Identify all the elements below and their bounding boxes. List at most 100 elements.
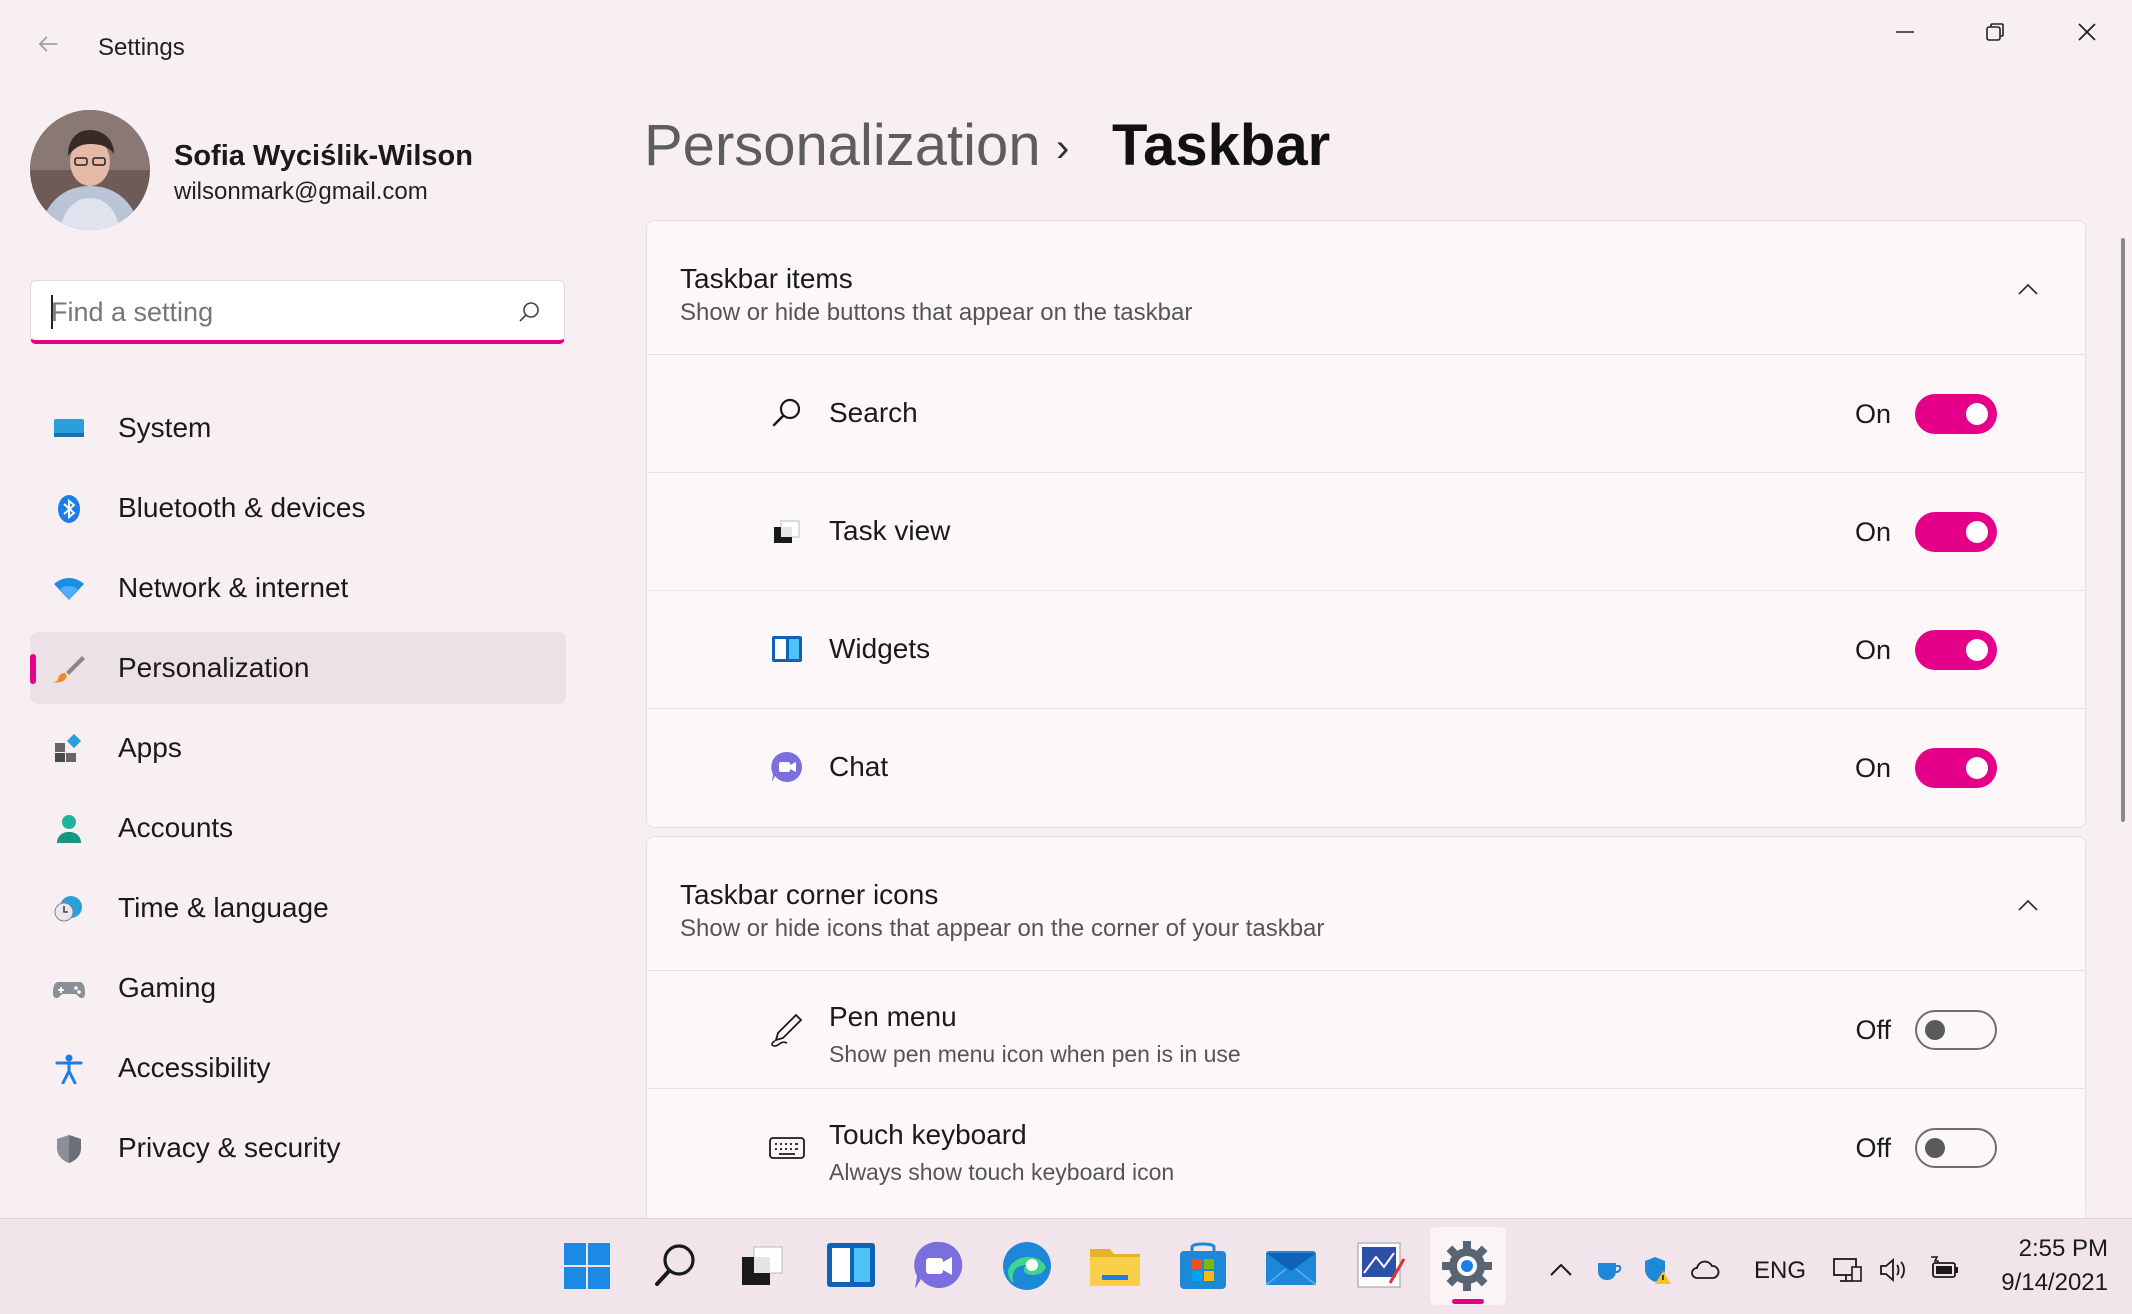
corner-icons-card: Taskbar corner icons Show or hide icons … (646, 836, 2086, 1218)
sidebar-item-system[interactable]: System (30, 392, 566, 464)
sidebar-item-gaming[interactable]: Gaming (30, 952, 566, 1024)
clock-globe-icon (54, 896, 82, 922)
pen-menu-toggle[interactable] (1915, 1010, 1997, 1050)
close-icon (2078, 23, 2096, 41)
chevron-up-icon[interactable] (2015, 893, 2041, 919)
breadcrumb-parent[interactable]: Personalization (644, 112, 1041, 179)
sidebar-nav: System Bluetooth & devices Network & int… (30, 392, 566, 1192)
avatar[interactable] (30, 110, 150, 230)
search-toggle[interactable] (1915, 394, 1997, 434)
toggle-state-text: On (1854, 399, 1891, 429)
battery-charging-icon[interactable] (1930, 1255, 1960, 1285)
edge-icon[interactable] (998, 1237, 1056, 1295)
taskbar-widgets-icon[interactable] (822, 1237, 880, 1295)
setting-row-touch-keyboard: Touch keyboard Always show touch keyboar… (647, 1089, 2085, 1207)
chat-toggle[interactable] (1915, 748, 1997, 788)
wifi-icon (54, 578, 84, 600)
sidebar-item-label: Network & internet (118, 572, 349, 603)
chevron-up-icon[interactable] (2015, 277, 2041, 303)
setting-label: Task view (829, 515, 951, 546)
taskbar-chat-icon[interactable] (910, 1237, 968, 1295)
mail-icon[interactable] (1262, 1237, 1320, 1295)
shield-icon (57, 1135, 81, 1163)
app-title: Settings (98, 34, 185, 61)
sidebar-item-label: Personalization (118, 652, 310, 683)
widgets-icon (772, 636, 802, 662)
sidebar-item-label: Bluetooth & devices (118, 492, 366, 523)
file-explorer-icon[interactable] (1086, 1237, 1144, 1295)
touch-keyboard-toggle[interactable] (1915, 1128, 1997, 1168)
search-icon[interactable] (516, 299, 542, 325)
start-icon[interactable] (558, 1237, 616, 1295)
sidebar-item-label: Privacy & security (118, 1132, 341, 1163)
toggle-state-text: Off (1855, 1133, 1891, 1163)
setting-row-search: Search On (647, 355, 2085, 473)
accessibility-icon (55, 1054, 83, 1084)
bluetooth-icon (58, 495, 80, 523)
user-name: Sofia Wyciślik-Wilson (174, 140, 473, 172)
chat-icon (771, 751, 802, 782)
minimize-button[interactable] (1860, 10, 1950, 54)
snipping-tool-icon[interactable] (1350, 1237, 1408, 1295)
corner-icons-header[interactable]: Taskbar corner icons Show or hide icons … (647, 837, 2085, 971)
sidebar-item-accounts[interactable]: Accounts (30, 792, 566, 864)
clock-time[interactable]: 2:55 PM (2008, 1235, 2108, 1263)
sidebar-item-personalization[interactable]: Personalization (30, 632, 566, 704)
chevron-up-icon[interactable] (1546, 1255, 1576, 1285)
close-button[interactable] (2042, 10, 2132, 54)
sidebar-item-network[interactable]: Network & internet (30, 552, 566, 624)
restore-button[interactable] (1950, 10, 2040, 54)
taskbar-task-view-icon[interactable] (734, 1237, 792, 1295)
sidebar-item-accessibility[interactable]: Accessibility (30, 1032, 566, 1104)
user-email: wilsonmark@gmail.com (174, 178, 428, 205)
text-caret (51, 295, 53, 329)
taskbar-search-icon[interactable] (646, 1237, 704, 1295)
back-arrow-icon (38, 36, 58, 52)
volume-icon[interactable] (1878, 1255, 1908, 1285)
apps-icon (55, 734, 82, 762)
setting-row-pen-menu: Pen menu Show pen menu icon when pen is … (647, 971, 2085, 1089)
setting-label: Pen menu (829, 1001, 957, 1032)
active-app-indicator (1452, 1299, 1484, 1304)
search-box[interactable] (30, 280, 565, 344)
person-icon (57, 815, 81, 843)
pen-icon (771, 1013, 803, 1047)
keyboard-icon (769, 1137, 805, 1159)
section-title: Taskbar items (680, 263, 853, 294)
task-view-icon (774, 520, 800, 543)
setting-label: Chat (829, 751, 889, 782)
clock-date[interactable]: 9/14/2021 (1988, 1269, 2108, 1297)
onedrive-cloud-icon[interactable] (1690, 1255, 1720, 1285)
sidebar-item-privacy[interactable]: Privacy & security (30, 1112, 566, 1184)
search-icon (772, 398, 801, 427)
taskbar-items-header[interactable]: Taskbar items Show or hide buttons that … (647, 221, 2085, 355)
system-icon (54, 419, 84, 437)
settings-gear-icon[interactable] (1438, 1237, 1496, 1295)
security-shield-icon[interactable] (1642, 1255, 1672, 1285)
minimize-icon (1896, 31, 1914, 33)
task-view-toggle[interactable] (1915, 512, 1997, 552)
network-display-icon[interactable] (1832, 1255, 1862, 1285)
windows-taskbar: ENG 2:55 PM 9/14/2021 (0, 1218, 2132, 1314)
coffee-cup-icon[interactable] (1594, 1255, 1624, 1285)
back-button[interactable] (30, 30, 66, 66)
scrollbar[interactable] (2121, 238, 2125, 822)
sidebar-item-label: Gaming (118, 972, 217, 1003)
microsoft-store-icon[interactable] (1174, 1237, 1232, 1295)
avatar-photo (30, 110, 150, 230)
toggle-state-text: On (1854, 635, 1891, 665)
language-indicator[interactable]: ENG (1754, 1257, 1806, 1285)
taskbar-items-card: Taskbar items Show or hide buttons that … (646, 220, 2086, 828)
section-title: Taskbar corner icons (680, 879, 939, 910)
section-subtitle: Show or hide icons that appear on the co… (680, 915, 1325, 942)
gamepad-icon (53, 982, 85, 998)
sidebar-item-time-language[interactable]: Time & language (30, 872, 566, 944)
setting-row-chat: Chat On (647, 709, 2085, 827)
page-title: Taskbar (1112, 113, 1331, 178)
sidebar-item-label: System (118, 412, 212, 443)
widgets-toggle[interactable] (1915, 630, 1997, 670)
sidebar-item-bluetooth[interactable]: Bluetooth & devices (30, 472, 566, 544)
search-input[interactable] (51, 293, 491, 331)
setting-row-widgets: Widgets On (647, 591, 2085, 709)
sidebar-item-apps[interactable]: Apps (30, 712, 566, 784)
